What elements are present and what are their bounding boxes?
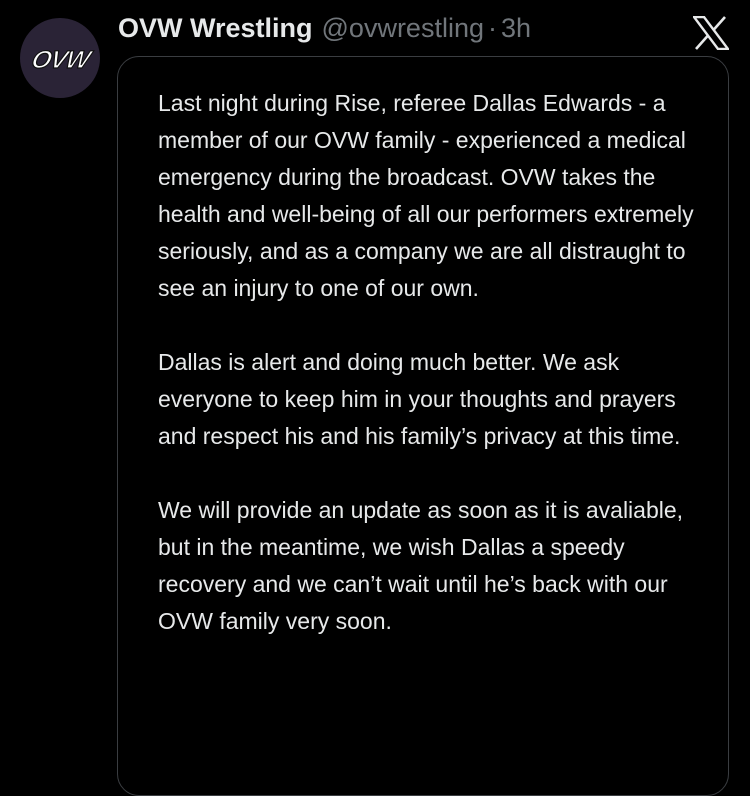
ovw-logo-icon: OVW [28,46,96,75]
separator-dot: · [487,13,497,43]
tweet-header: OVW Wrestling @ovwrestling · 3h [118,10,531,46]
note-paragraph-2: Dallas is alert and doing much better. W… [158,349,681,449]
note-paragraph-3: We will provide an update as soon as it … [158,497,684,634]
timestamp[interactable]: 3h [501,10,531,46]
avatar-text: OVW [29,46,96,74]
note-text: Last night during Rise, referee Dallas E… [158,85,718,677]
display-name[interactable]: OVW Wrestling [118,10,313,46]
user-handle[interactable]: @ovwrestling [322,10,484,46]
avatar[interactable]: OVW [20,18,100,98]
note-paragraph-1: Last night during Rise, referee Dallas E… [158,90,694,301]
x-logo-icon [691,15,731,51]
